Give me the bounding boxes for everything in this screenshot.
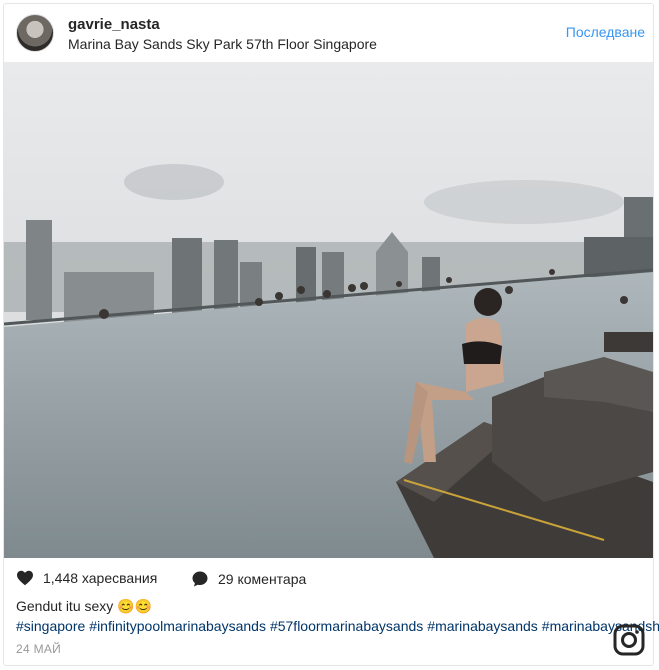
comment-bubble-icon[interactable] xyxy=(191,570,209,588)
comment-action[interactable]: 29 коментара xyxy=(191,570,306,588)
hashtag-link[interactable]: #singapore xyxy=(16,618,85,634)
follow-button[interactable]: Последване xyxy=(566,24,645,40)
infinity-pool-photo xyxy=(4,62,653,558)
instagram-logo-icon[interactable] xyxy=(613,624,645,656)
location-link[interactable]: Marina Bay Sands Sky Park 57th Floor Sin… xyxy=(68,36,377,52)
hashtag-link[interactable]: #57floormarinabaysands xyxy=(270,618,423,634)
hashtag-link[interactable]: #marinabaysands xyxy=(427,618,538,634)
post-header: gavrie_nasta Marina Bay Sands Sky Park 5… xyxy=(4,4,653,62)
post-date[interactable]: 24 МАЙ xyxy=(16,642,61,656)
instagram-post-card: gavrie_nasta Marina Bay Sands Sky Park 5… xyxy=(3,3,659,666)
avatar[interactable] xyxy=(16,14,54,52)
heart-icon[interactable] xyxy=(16,570,34,586)
comments-count[interactable]: 29 коментара xyxy=(218,571,306,587)
like-action[interactable]: 1,448 харесвания xyxy=(16,570,157,586)
username-link[interactable]: gavrie_nasta xyxy=(68,16,160,33)
post-photo[interactable] xyxy=(4,62,653,558)
hashtag-link[interactable]: #infinitypoolmarinabaysands xyxy=(89,618,266,634)
post-caption: Gendut itu sexy 😊😊 #singapore #infinitypo… xyxy=(16,596,659,636)
caption-text: Gendut itu sexy 😊😊 xyxy=(16,598,153,614)
likes-count[interactable]: 1,448 харесвания xyxy=(43,570,157,586)
post-actions: 1,448 харесвания 29 коментара xyxy=(16,570,416,590)
